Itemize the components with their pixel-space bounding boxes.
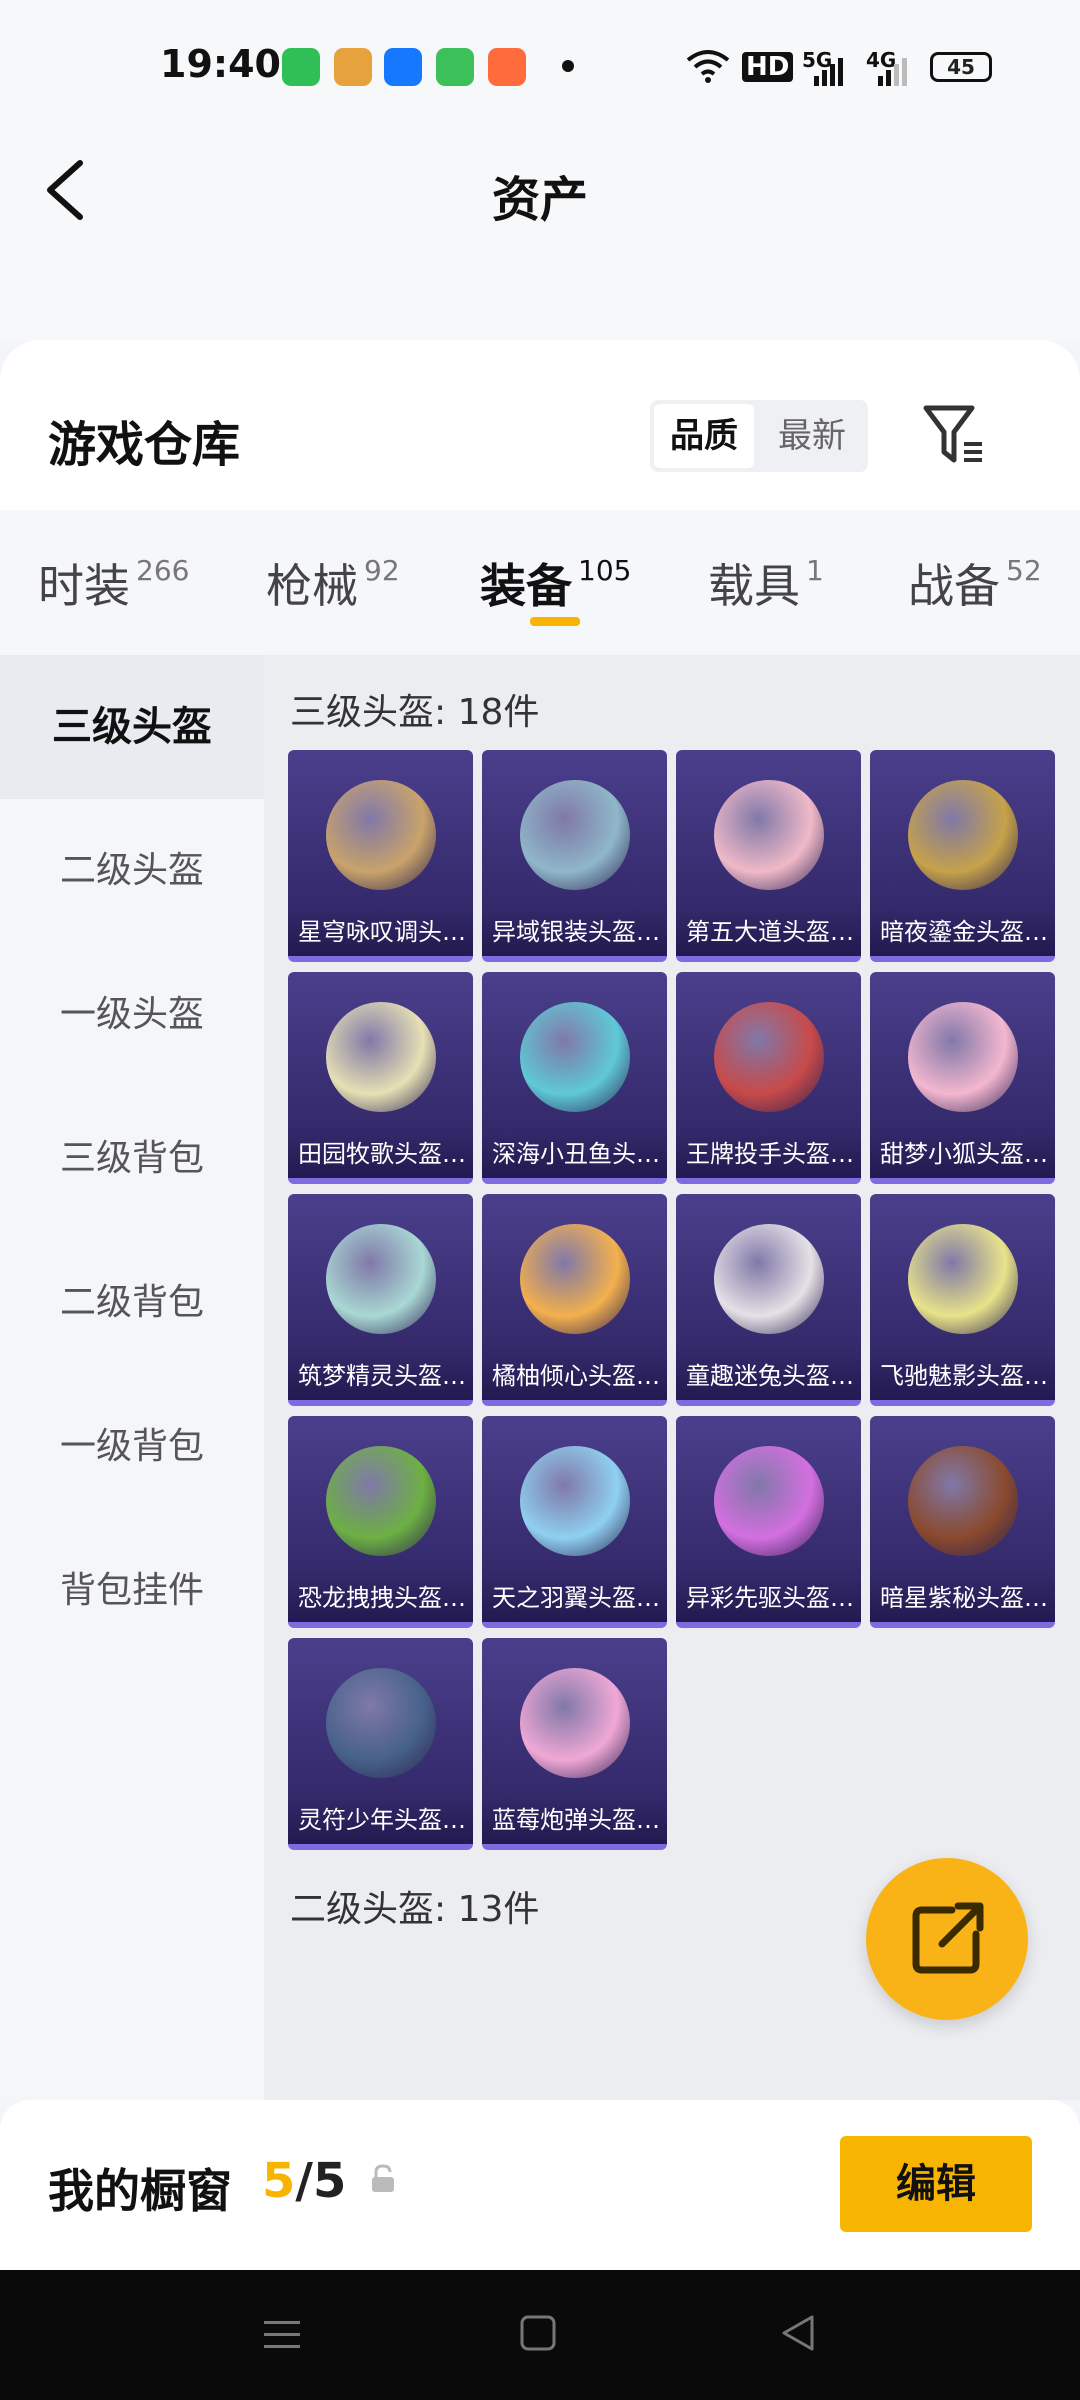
showcase-count-sep: / — [295, 2153, 313, 2209]
edit-button[interactable]: 编辑 — [840, 2136, 1032, 2232]
share-fab-button[interactable] — [866, 1858, 1028, 2020]
home-nav-icon[interactable] — [518, 2313, 558, 2353]
item-card-label: 蓝莓炮弹头盔… — [482, 1798, 667, 1844]
item-card-label: 灵符少年头盔… — [288, 1798, 473, 1844]
menu-nav-icon[interactable] — [262, 2315, 302, 2355]
showcase-count: 5/5 — [262, 2153, 346, 2209]
share-external-icon — [912, 1902, 984, 1974]
showcase-count-total: 5 — [312, 2153, 347, 2209]
back-nav-icon[interactable] — [778, 2313, 818, 2353]
item-grid-level2 — [0, 0, 1080, 1800]
section-title-level2-helmet: 二级头盔: 13件 — [290, 1889, 540, 1930]
showcase-label: 我的橱窗 — [48, 2164, 232, 2218]
lock-icon — [372, 2164, 394, 2192]
showcase-count-current: 5 — [262, 2153, 296, 2209]
